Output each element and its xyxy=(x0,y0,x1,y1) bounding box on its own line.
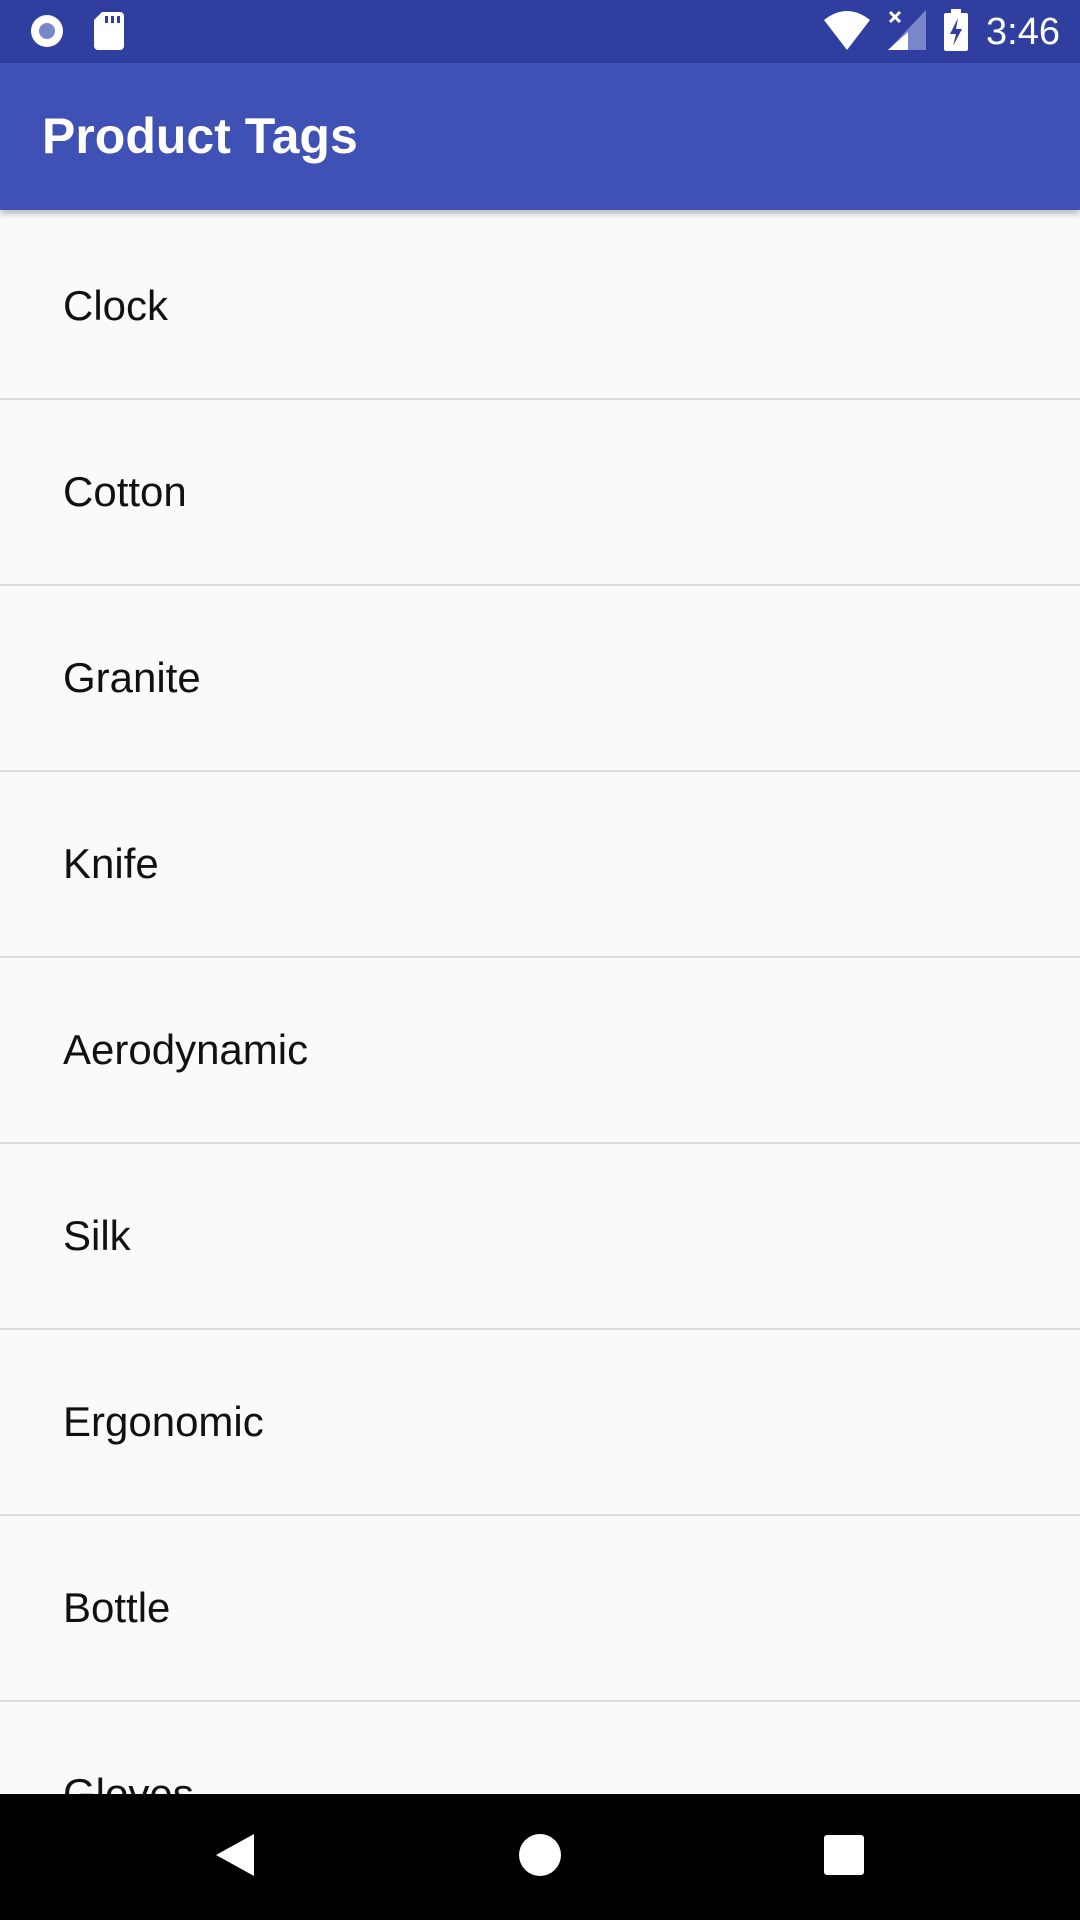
list-item[interactable]: Knife xyxy=(0,772,1080,958)
product-tags-list[interactable]: Clock Cotton Granite Knife Aerodynamic S… xyxy=(0,214,1080,1794)
recents-icon xyxy=(824,1834,864,1880)
list-item[interactable]: Cotton xyxy=(0,400,1080,586)
wifi-icon xyxy=(824,10,871,55)
cellular-no-signal-icon xyxy=(888,9,927,55)
list-item-label: Clock xyxy=(63,282,169,329)
list-item[interactable]: Aerodynamic xyxy=(0,958,1080,1144)
list-item[interactable]: Granite xyxy=(0,586,1080,772)
list-item[interactable]: Clock xyxy=(0,214,1080,400)
sd-card-icon xyxy=(94,12,124,55)
home-icon xyxy=(518,1833,562,1882)
list-item[interactable]: Gloves xyxy=(0,1702,1080,1794)
list-item-label: Silk xyxy=(63,1212,131,1259)
recents-button[interactable] xyxy=(781,1794,907,1920)
list-item-label: Aerodynamic xyxy=(63,1026,309,1073)
app-bar: Product Tags xyxy=(0,63,1080,210)
list-item-label: Ergonomic xyxy=(63,1398,264,1445)
battery-charging-icon xyxy=(944,8,969,56)
home-button[interactable] xyxy=(477,1794,603,1920)
navigation-bar xyxy=(0,1794,1080,1920)
list-item-label: Knife xyxy=(63,840,159,887)
page-title: Product Tags xyxy=(42,108,358,164)
back-button[interactable] xyxy=(172,1794,298,1920)
list-item-label: Granite xyxy=(63,654,201,701)
list-item[interactable]: Bottle xyxy=(0,1516,1080,1702)
list-item-label: Bottle xyxy=(63,1584,171,1631)
status-bar: 3:46 xyxy=(0,0,1080,63)
list-item-label: Gloves xyxy=(63,1770,194,1794)
radio-icon xyxy=(28,12,66,55)
list-item[interactable]: Ergonomic xyxy=(0,1330,1080,1516)
status-time: 3:46 xyxy=(986,11,1060,53)
list-item[interactable]: Silk xyxy=(0,1144,1080,1330)
list-item-label: Cotton xyxy=(63,468,187,515)
back-icon xyxy=(214,1832,256,1883)
